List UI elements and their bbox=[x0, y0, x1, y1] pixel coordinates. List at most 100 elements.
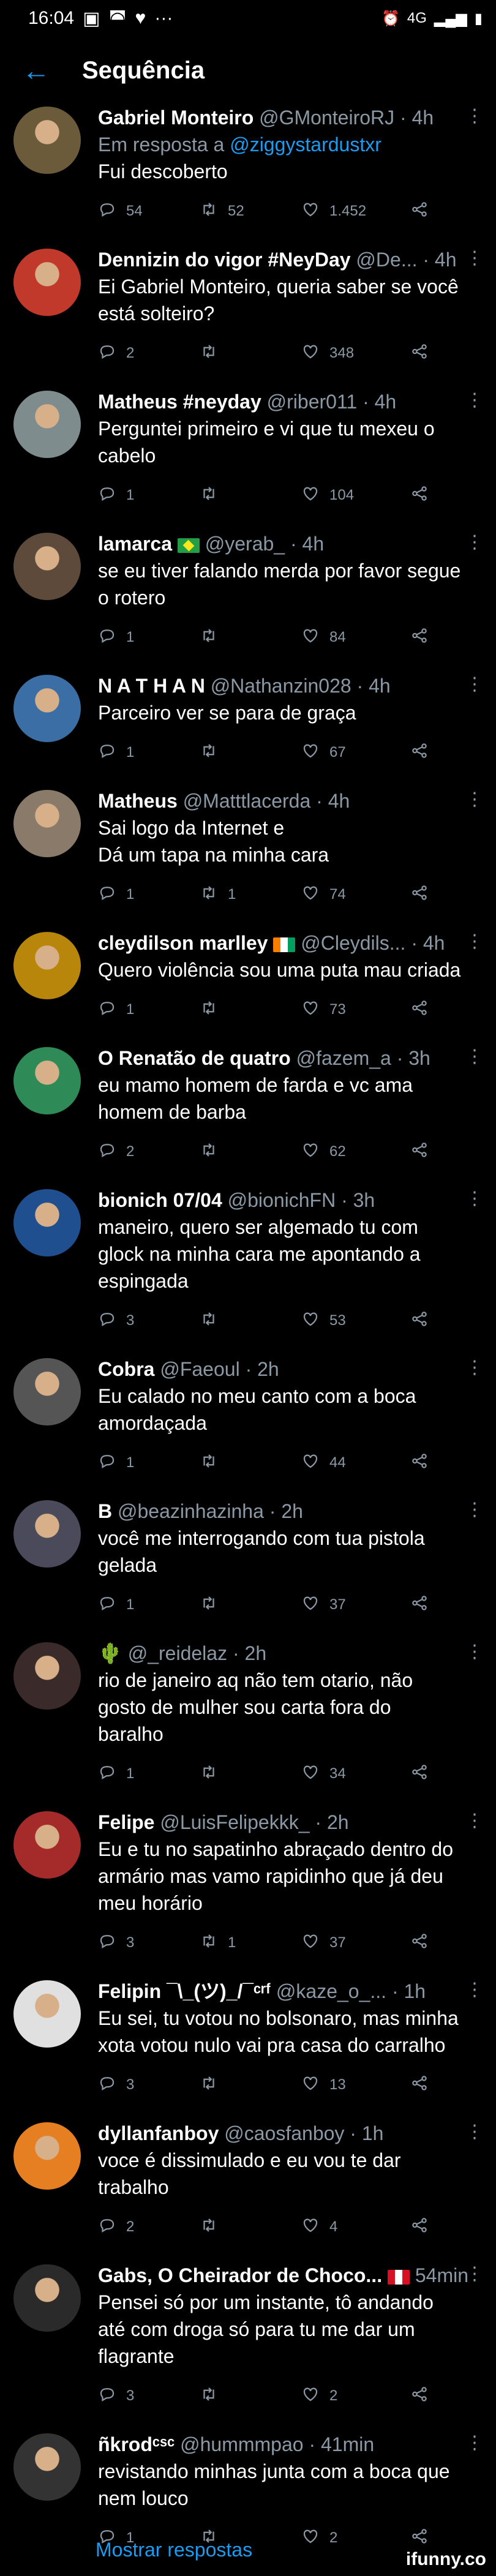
avatar[interactable] bbox=[13, 249, 81, 316]
more-options-icon[interactable]: ⋮ bbox=[465, 1499, 484, 1520]
tweet[interactable]: lamarca @yerab_ · 4h ⋮ se eu tiver falando… bbox=[0, 530, 496, 655]
retweet-button[interactable] bbox=[200, 1452, 301, 1474]
avatar[interactable] bbox=[13, 533, 81, 600]
share-button[interactable] bbox=[410, 200, 429, 223]
reply-button[interactable]: 1 bbox=[98, 999, 200, 1021]
author-name[interactable]: Dennizin do vigor #NeyDay bbox=[98, 249, 351, 271]
avatar[interactable] bbox=[13, 1811, 81, 1879]
tweet[interactable]: Gabriel Monteiro @GMonteiroRJ · 4h ⋮ Em re… bbox=[0, 104, 496, 229]
more-options-icon[interactable]: ⋮ bbox=[465, 105, 484, 127]
tweet[interactable]: B @beazinhazinha · 2h ⋮ você me interrogan… bbox=[0, 1498, 496, 1623]
reply-button[interactable]: 3 bbox=[98, 1932, 200, 1955]
avatar[interactable] bbox=[13, 790, 81, 857]
share-button[interactable] bbox=[410, 742, 429, 764]
author-name[interactable]: Gabs, O Cheirador de Choco... bbox=[98, 2264, 382, 2286]
author-name[interactable]: cleydilson marlley bbox=[98, 932, 268, 954]
more-options-icon[interactable]: ⋮ bbox=[465, 531, 484, 553]
tweet[interactable]: Felipin ¯\_(ツ)_/¯ᶜʳᶠ @kaze_o_... · 1h ⋮ Eu… bbox=[0, 1978, 496, 2103]
retweet-button[interactable] bbox=[200, 2074, 301, 2097]
author-name[interactable]: N A T H A N bbox=[98, 675, 205, 697]
retweet-button[interactable] bbox=[200, 1763, 301, 1786]
more-options-icon[interactable]: ⋮ bbox=[465, 789, 484, 810]
like-button[interactable]: 84 bbox=[301, 626, 410, 649]
more-options-icon[interactable]: ⋮ bbox=[465, 1979, 484, 2000]
reply-button[interactable]: 3 bbox=[98, 1310, 200, 1332]
share-button[interactable] bbox=[410, 2074, 429, 2097]
more-options-icon[interactable]: ⋮ bbox=[465, 389, 484, 411]
like-button[interactable]: 62 bbox=[301, 1141, 410, 1163]
more-options-icon[interactable]: ⋮ bbox=[465, 2263, 484, 2285]
avatar[interactable] bbox=[13, 1047, 81, 1114]
share-button[interactable] bbox=[410, 626, 429, 649]
like-button[interactable]: 37 bbox=[301, 1594, 410, 1617]
retweet-button[interactable]: 1 bbox=[200, 1932, 301, 1955]
reply-button[interactable]: 54 bbox=[98, 200, 200, 223]
tweet[interactable]: bionich 07/04 @bionichFN · 3h ⋮ maneiro, q… bbox=[0, 1187, 496, 1339]
share-button[interactable] bbox=[410, 1141, 429, 1163]
reply-button[interactable]: 3 bbox=[98, 2385, 200, 2408]
avatar[interactable] bbox=[13, 675, 81, 742]
like-button[interactable]: 67 bbox=[301, 742, 410, 764]
reply-button[interactable]: 1 bbox=[98, 1763, 200, 1786]
share-button[interactable] bbox=[410, 1452, 429, 1474]
share-button[interactable] bbox=[410, 999, 429, 1021]
more-options-icon[interactable]: ⋮ bbox=[465, 1046, 484, 1067]
reply-button[interactable]: 2 bbox=[98, 2216, 200, 2239]
tweet[interactable]: N A T H A N @Nathanzin028 · 4h ⋮ Parceiro … bbox=[0, 672, 496, 770]
author-name[interactable]: Felipin ¯\_(ツ)_/¯ᶜʳᶠ bbox=[98, 1980, 271, 2002]
like-button[interactable]: 53 bbox=[301, 1310, 410, 1332]
like-button[interactable]: 34 bbox=[301, 1763, 410, 1786]
share-button[interactable] bbox=[410, 1310, 429, 1332]
more-options-icon[interactable]: ⋮ bbox=[465, 247, 484, 269]
tweet[interactable]: Gabs, O Cheirador de Choco... 54min ⋮ Pens… bbox=[0, 2262, 496, 2414]
more-options-icon[interactable]: ⋮ bbox=[465, 2432, 484, 2454]
tweet[interactable]: Dennizin do vigor #NeyDay @De... · 4h ⋮ Ei… bbox=[0, 246, 496, 371]
reply-button[interactable]: 1 bbox=[98, 626, 200, 649]
more-options-icon[interactable]: ⋮ bbox=[465, 674, 484, 695]
reply-button[interactable]: 1 bbox=[98, 884, 200, 906]
retweet-button[interactable] bbox=[200, 1141, 301, 1163]
retweet-button[interactable]: 1 bbox=[200, 884, 301, 906]
avatar[interactable] bbox=[13, 932, 81, 999]
reply-button[interactable]: 1 bbox=[98, 742, 200, 764]
tweet[interactable]: Matheus @Matttlacerda · 4h ⋮ Sai logo da I… bbox=[0, 787, 496, 912]
avatar[interactable] bbox=[13, 2122, 81, 2190]
tweet[interactable]: Matheus #neyday @riber011 · 4h ⋮ Perguntei… bbox=[0, 388, 496, 513]
avatar[interactable] bbox=[13, 1642, 81, 1710]
retweet-button[interactable] bbox=[200, 484, 301, 507]
show-replies-link[interactable]: Mostrar respostas bbox=[96, 2539, 252, 2561]
avatar[interactable] bbox=[13, 1980, 81, 2048]
retweet-button[interactable] bbox=[200, 742, 301, 764]
like-button[interactable]: 2 bbox=[301, 2527, 410, 2550]
avatar[interactable] bbox=[13, 391, 81, 458]
author-name[interactable]: Cobra bbox=[98, 1358, 154, 1380]
like-button[interactable]: 4 bbox=[301, 2216, 410, 2239]
author-name[interactable]: Matheus bbox=[98, 790, 178, 812]
author-name[interactable]: dyllanfanboy bbox=[98, 2122, 219, 2144]
avatar[interactable] bbox=[13, 107, 81, 174]
author-name[interactable]: Gabriel Monteiro bbox=[98, 107, 254, 129]
author-name[interactable]: O Renatão de quatro bbox=[98, 1047, 291, 1069]
share-button[interactable] bbox=[410, 484, 429, 507]
author-name[interactable]: Matheus #neyday bbox=[98, 391, 261, 413]
tweet[interactable]: Cobra @Faeoul · 2h ⋮ Eu calado no meu cant… bbox=[0, 1356, 496, 1481]
like-button[interactable]: 104 bbox=[301, 484, 410, 507]
more-options-icon[interactable]: ⋮ bbox=[465, 1357, 484, 1378]
more-options-icon[interactable]: ⋮ bbox=[465, 1188, 484, 1209]
share-button[interactable] bbox=[410, 1594, 429, 1617]
tweet[interactable]: 🌵 @_reidelaz · 2h ⋮ rio de janeiro aq não … bbox=[0, 1640, 496, 1792]
reply-button[interactable]: 2 bbox=[98, 342, 200, 365]
share-button[interactable] bbox=[410, 2216, 429, 2239]
retweet-button[interactable] bbox=[200, 1594, 301, 1617]
like-button[interactable]: 37 bbox=[301, 1932, 410, 1955]
more-options-icon[interactable]: ⋮ bbox=[465, 1641, 484, 1662]
avatar[interactable] bbox=[13, 1500, 81, 1568]
retweet-button[interactable] bbox=[200, 1310, 301, 1332]
share-button[interactable] bbox=[410, 1932, 429, 1955]
tweet[interactable]: dyllanfanboy @caosfanboy · 1h ⋮ voce é dis… bbox=[0, 2120, 496, 2245]
author-name[interactable]: lamarca bbox=[98, 533, 172, 555]
tweet[interactable]: ñkrodᶜˢᶜ @hummmpao · 41min ⋮ revistando mi… bbox=[0, 2431, 496, 2556]
share-button[interactable] bbox=[410, 342, 429, 365]
like-button[interactable]: 73 bbox=[301, 999, 410, 1021]
more-options-icon[interactable]: ⋮ bbox=[465, 1810, 484, 1831]
